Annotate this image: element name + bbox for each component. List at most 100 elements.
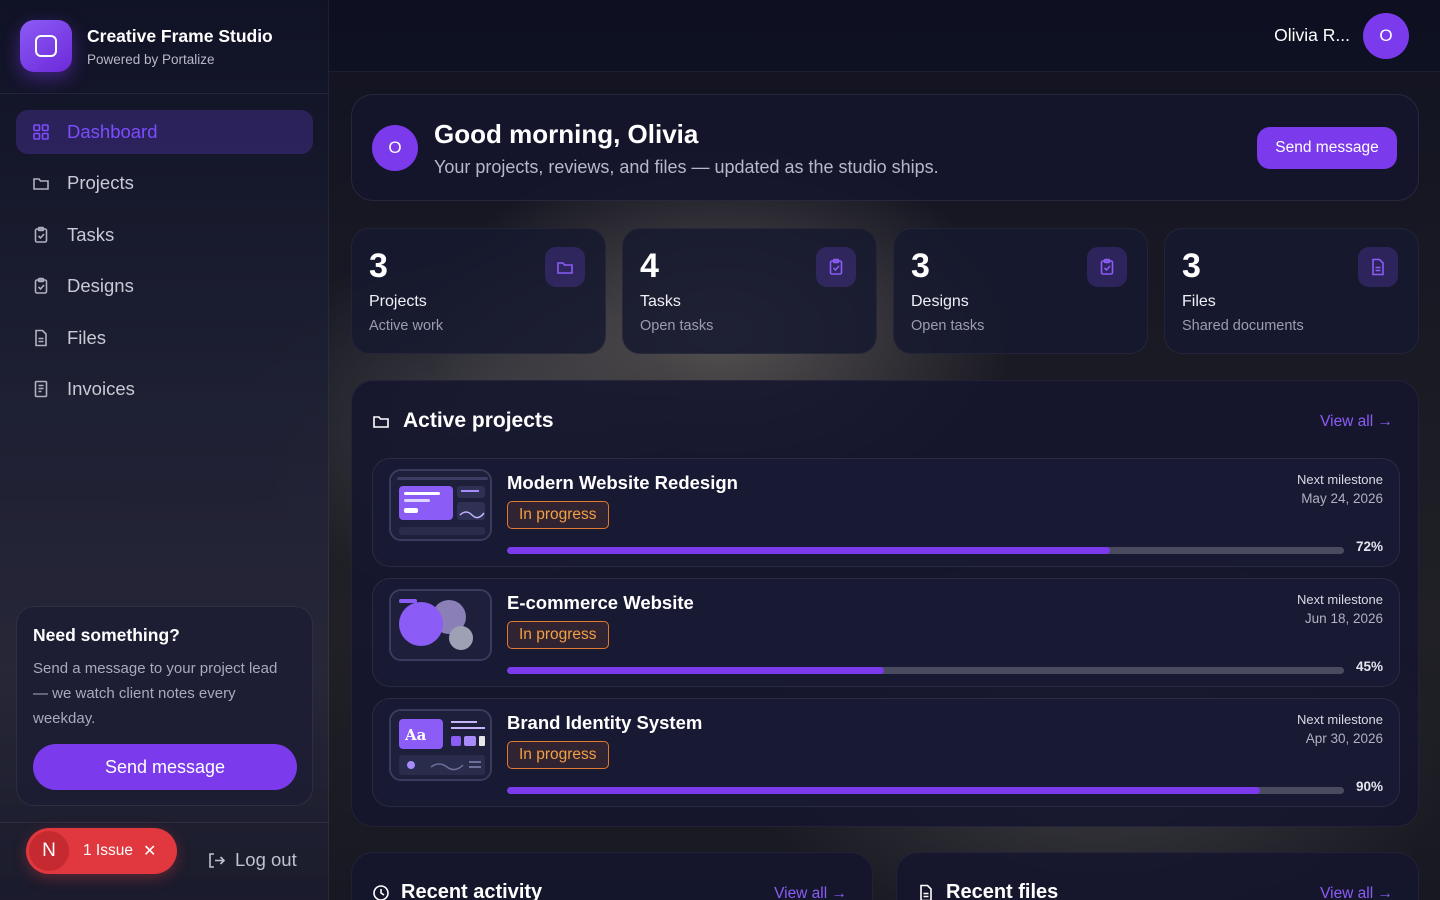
milestone-label: Next milestone: [1297, 472, 1383, 487]
issue-label: 1 Issue: [83, 842, 133, 859]
file-icon: [920, 884, 932, 900]
issue-badge[interactable]: N 1 Issue ✕: [26, 828, 177, 874]
sidebar-nav: Dashboard Projects Tasks Designs Files I…: [16, 110, 313, 418]
project-thumbnail: [389, 589, 492, 661]
stat-card-files[interactable]: 3 Files Shared documents: [1164, 228, 1419, 354]
clock-icon: [373, 884, 389, 900]
project-thumbnail: Aa: [389, 709, 492, 781]
sidebar-item-label: Files: [67, 326, 107, 348]
folder-icon: [545, 247, 585, 287]
user-name[interactable]: Olivia R...: [1274, 25, 1350, 46]
avatar: O: [372, 125, 418, 171]
folder-icon: [33, 178, 49, 191]
stat-label: Files: [1182, 293, 1216, 310]
greeting-title: Good morning, Olivia: [434, 119, 699, 149]
view-all-link[interactable]: View all →: [1320, 413, 1393, 431]
clipboard-icon: [816, 247, 856, 287]
stat-card-tasks[interactable]: 4 Tasks Open tasks: [622, 228, 877, 354]
progress-fill: [507, 787, 1261, 794]
milestone-date: Jun 18, 2026: [1304, 611, 1383, 626]
avatar[interactable]: O: [1363, 13, 1409, 59]
greeting-card: O Good morning, Olivia Your projects, re…: [351, 94, 1419, 201]
grid-icon: [33, 124, 49, 140]
progress-percent: 45%: [1355, 659, 1383, 674]
receipt-icon: [34, 380, 48, 398]
milestone-label: Next milestone: [1297, 712, 1383, 727]
project-name: Modern Website Redesign: [507, 472, 738, 493]
stat-value: 3: [911, 247, 930, 285]
recent-files-panel: Recent files View all →: [896, 852, 1419, 900]
divider: [0, 93, 329, 94]
help-card: Need something? Send a message to your p…: [16, 606, 313, 806]
stat-card-designs[interactable]: 3 Designs Open tasks: [893, 228, 1148, 354]
stat-value: 3: [1182, 247, 1201, 285]
stat-label: Designs: [911, 293, 969, 310]
clipboard-icon: [34, 226, 48, 243]
status-badge: In progress: [507, 501, 609, 529]
view-all-link[interactable]: View all →: [774, 885, 847, 900]
stat-card-projects[interactable]: 3 Projects Active work: [351, 228, 606, 354]
milestone-date: May 24, 2026: [1301, 491, 1383, 506]
avatar: N: [27, 829, 71, 873]
progress-bar: [507, 787, 1344, 794]
top-bar: Olivia R... O: [329, 0, 1440, 72]
brand[interactable]: Creative Frame Studio Powered by Portali…: [20, 20, 273, 72]
stat-label: Projects: [369, 293, 427, 310]
sidebar-item-label: Tasks: [67, 223, 115, 245]
project-name: E-commerce Website: [507, 592, 694, 613]
section-title: Active projects: [403, 409, 554, 432]
sidebar-item-dashboard[interactable]: Dashboard: [16, 110, 313, 154]
sidebar-item-label: Designs: [67, 275, 134, 297]
sidebar-item-label: Dashboard: [67, 121, 158, 142]
help-text: Send a message to your project lead — we…: [33, 660, 278, 727]
project-row[interactable]: E-commerce Website In progress Next mile…: [372, 578, 1400, 687]
logout-label: Log out: [235, 849, 297, 870]
send-message-button[interactable]: Send message: [1257, 127, 1397, 169]
sidebar-item-designs[interactable]: Designs: [16, 264, 313, 308]
brand-subtitle: Powered by Portalize: [87, 51, 215, 67]
folder-icon: [373, 416, 389, 428]
stat-value: 4: [640, 247, 659, 285]
close-icon[interactable]: ✕: [143, 841, 156, 861]
view-all-link[interactable]: View all →: [1320, 885, 1393, 900]
send-message-button[interactable]: Send message: [33, 744, 297, 790]
project-row[interactable]: Modern Website Redesign In progress Next…: [372, 458, 1400, 567]
clipboard-icon: [1087, 247, 1127, 287]
stat-label: Tasks: [640, 293, 681, 310]
project-row[interactable]: Aa Brand Identity System In progress Nex…: [372, 698, 1400, 807]
project-thumbnail: [389, 469, 492, 541]
file-icon: [1358, 247, 1398, 287]
help-title: Need something?: [33, 625, 180, 645]
sidebar-item-tasks[interactable]: Tasks: [16, 213, 313, 257]
milestone-label: Next milestone: [1297, 592, 1383, 607]
progress-fill: [507, 547, 1110, 554]
brand-title: Creative Frame Studio: [87, 25, 273, 46]
brand-logo: [20, 20, 72, 72]
stat-sub: Open tasks: [640, 318, 714, 334]
progress-fill: [507, 667, 884, 674]
sidebar: Creative Frame Studio Powered by Portali…: [0, 0, 329, 900]
sidebar-item-label: Projects: [67, 172, 134, 194]
sidebar-item-projects[interactable]: Projects: [16, 161, 313, 205]
progress-bar: [507, 667, 1344, 674]
logout-icon: [209, 852, 226, 868]
greeting-subtitle: Your projects, reviews, and files — upda…: [434, 157, 939, 177]
svg-text:Aa: Aa: [404, 726, 427, 744]
stat-value: 3: [369, 247, 388, 285]
stat-sub: Shared documents: [1182, 318, 1304, 334]
progress-bar: [507, 547, 1344, 554]
progress-percent: 72%: [1355, 539, 1383, 554]
milestone-date: Apr 30, 2026: [1305, 731, 1383, 746]
progress-percent: 90%: [1355, 779, 1383, 794]
recent-activity-panel: Recent activity View all →: [351, 852, 873, 900]
project-name: Brand Identity System: [507, 712, 703, 733]
sidebar-item-files[interactable]: Files: [16, 316, 313, 360]
clipboard-icon: [34, 277, 48, 294]
sidebar-item-label: Invoices: [67, 377, 135, 399]
section-title: Recent activity: [401, 881, 543, 900]
active-projects-panel: Active projects View all → Modern Websit…: [351, 380, 1419, 827]
sidebar-item-invoices[interactable]: Invoices: [16, 367, 313, 411]
status-badge: In progress: [507, 621, 609, 649]
logout-button[interactable]: Log out: [207, 849, 297, 871]
section-title: Recent files: [946, 881, 1059, 900]
